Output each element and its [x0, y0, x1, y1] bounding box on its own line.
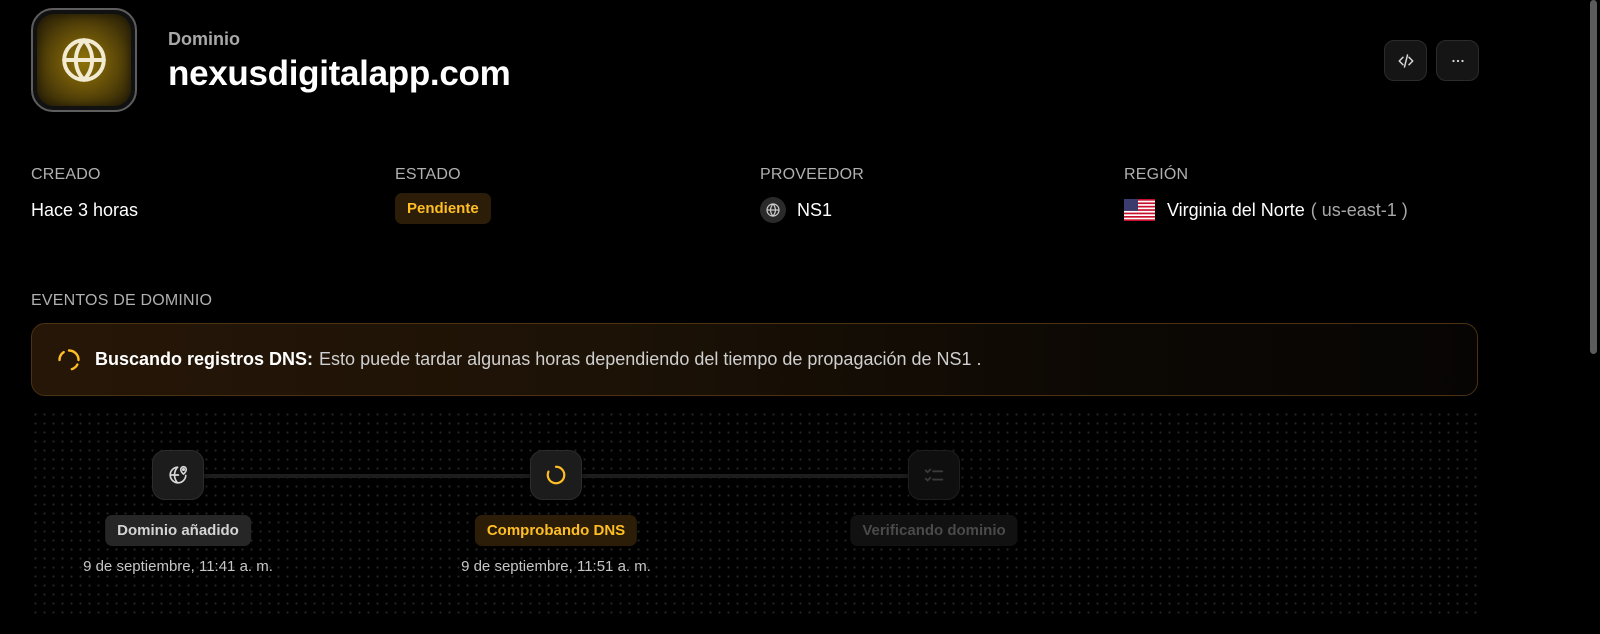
- step-node-domain-added: [152, 450, 204, 500]
- provider-value: NS1: [797, 199, 833, 220]
- globe-pin-icon: [169, 465, 188, 484]
- step-node-checking-dns: [530, 450, 582, 500]
- dns-status-banner: Buscando registros DNS: Esto puede tarda…: [31, 323, 1478, 396]
- page-scrollbar[interactable]: [1590, 0, 1597, 354]
- ellipsis-icon: [1451, 59, 1464, 62]
- step-date-domain-added: 9 de septiembre, 11:41 a. m.: [83, 558, 273, 575]
- more-options-button[interactable]: [1436, 40, 1479, 81]
- status-label: ESTADO: [395, 166, 461, 183]
- region-label: REGIÓN: [1124, 166, 1189, 183]
- checklist-icon: [924, 468, 944, 482]
- domain-logo: [31, 8, 137, 112]
- step-date-checking-dns: 9 de septiembre, 11:51 a. m.: [461, 558, 651, 575]
- status-badge: Pendiente: [395, 193, 491, 224]
- step-node-verifying-domain: [908, 450, 960, 500]
- region-value: Virginia del Norte: [1167, 199, 1305, 220]
- meta-status: ESTADO Pendiente: [395, 166, 491, 224]
- spinner-icon: [546, 465, 566, 485]
- step-label-domain-added: Dominio añadido: [105, 515, 251, 546]
- step-label-checking-dns: Comprobando DNS: [474, 515, 638, 546]
- region-code: ( us-east-1 ): [1310, 199, 1408, 220]
- domain-kicker: Dominio: [168, 29, 240, 49]
- provider-label: PROVEEDOR: [760, 166, 865, 183]
- us-flag-icon: [1124, 199, 1155, 221]
- code-icon: [1398, 53, 1413, 68]
- events-section-title: EVENTOS DE DOMINIO: [31, 292, 213, 309]
- events-timeline: Dominio añadido 9 de septiembre, 11:41 a…: [31, 410, 1478, 616]
- meta-region: REGIÓN Virginia del Norte ( us-east-1 ): [1124, 166, 1408, 221]
- banner-title: Buscando registros DNS:: [95, 349, 314, 369]
- spinner-icon: [57, 348, 81, 372]
- provider-globe-icon: [760, 197, 786, 223]
- globe-icon: [62, 38, 106, 82]
- banner-text: Esto puede tardar algunas horas dependie…: [319, 349, 982, 369]
- code-button[interactable]: [1384, 40, 1427, 81]
- step-label-verifying-domain: Verificando dominio: [850, 515, 1018, 546]
- meta-created: CREADO Hace 3 horas: [31, 166, 138, 221]
- page-title: nexusdigitalapp.com: [168, 54, 511, 93]
- created-value: Hace 3 horas: [31, 199, 139, 220]
- created-label: CREADO: [31, 166, 101, 183]
- meta-provider: PROVEEDOR NS1: [760, 166, 865, 223]
